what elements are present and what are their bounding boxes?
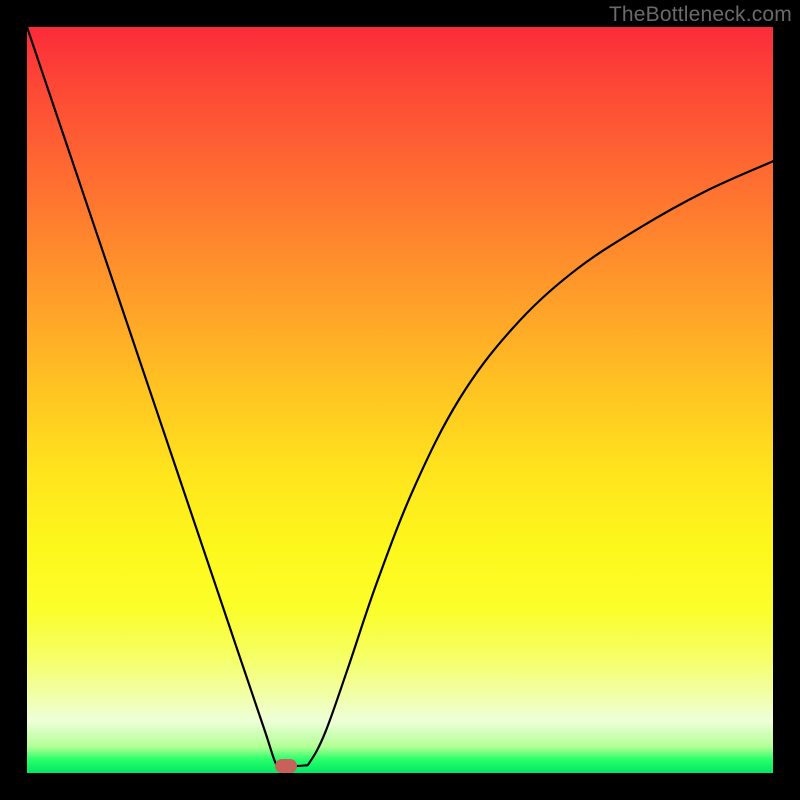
chart-frame: TheBottleneck.com (0, 0, 800, 800)
optimum-marker (275, 759, 297, 773)
bottleneck-curve (27, 27, 773, 773)
plot-area (27, 27, 773, 773)
watermark-text: TheBottleneck.com (609, 3, 792, 27)
